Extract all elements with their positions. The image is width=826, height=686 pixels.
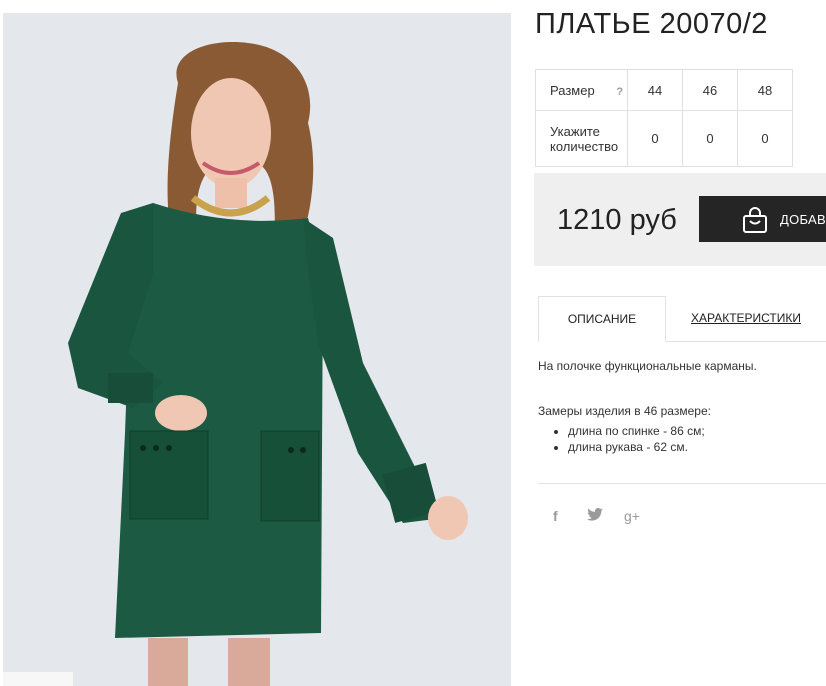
- quantity-input-44[interactable]: 0: [627, 110, 683, 167]
- product-tabs: ОПИСАНИЕ ХАРАКТЕРИСТИКИ: [538, 296, 826, 342]
- measurements-list: длина по спинке - 86 см; длина рукава - …: [538, 423, 705, 455]
- quantity-label-cell: Укажите количество: [535, 110, 628, 167]
- facebook-icon[interactable]: f: [553, 508, 558, 524]
- divider: [538, 483, 826, 484]
- size-label-cell: Размер?: [535, 69, 628, 111]
- quantity-label-line2: количество: [550, 138, 619, 154]
- product-price: 1210 руб: [557, 204, 677, 236]
- product-photo[interactable]: [3, 13, 511, 686]
- list-item: длина рукава - 62 см.: [568, 439, 705, 455]
- size-46: 46: [682, 69, 738, 111]
- google-plus-icon[interactable]: g+: [624, 508, 640, 524]
- quantity-row: Укажите количество 0 0 0: [535, 110, 793, 167]
- add-to-cart-button[interactable]: ДОБАВИТЬ: [699, 196, 826, 242]
- description-text: На полочке функциональные карманы.: [538, 359, 757, 373]
- size-label: Размер: [550, 82, 595, 98]
- quantity-label-line1: Укажите: [550, 123, 600, 139]
- product-image: [68, 42, 468, 686]
- size-row: Размер? 44 46 48: [535, 69, 793, 111]
- product-title: ПЛАТЬЕ 20070/2: [535, 8, 768, 40]
- measurements-heading: Замеры изделия в 46 размере:: [538, 404, 711, 418]
- list-item: длина по спинке - 86 см;: [568, 423, 705, 439]
- photo-corner: [3, 672, 73, 686]
- add-to-cart-label: ДОБАВИТЬ: [780, 212, 826, 227]
- size-48: 48: [737, 69, 793, 111]
- price-box: 1210 руб ДОБАВИТЬ: [534, 173, 826, 266]
- quantity-input-48[interactable]: 0: [737, 110, 793, 167]
- shopping-bag-icon: [743, 207, 767, 233]
- help-icon[interactable]: ?: [613, 86, 627, 98]
- tab-description[interactable]: ОПИСАНИЕ: [538, 296, 666, 342]
- tab-characteristics[interactable]: ХАРАКТЕРИСТИКИ: [688, 296, 804, 341]
- quantity-input-46[interactable]: 0: [682, 110, 738, 167]
- size-table: Размер? 44 46 48 Укажите количество 0 0 …: [535, 69, 793, 167]
- twitter-icon[interactable]: [587, 508, 603, 524]
- size-44: 44: [627, 69, 683, 111]
